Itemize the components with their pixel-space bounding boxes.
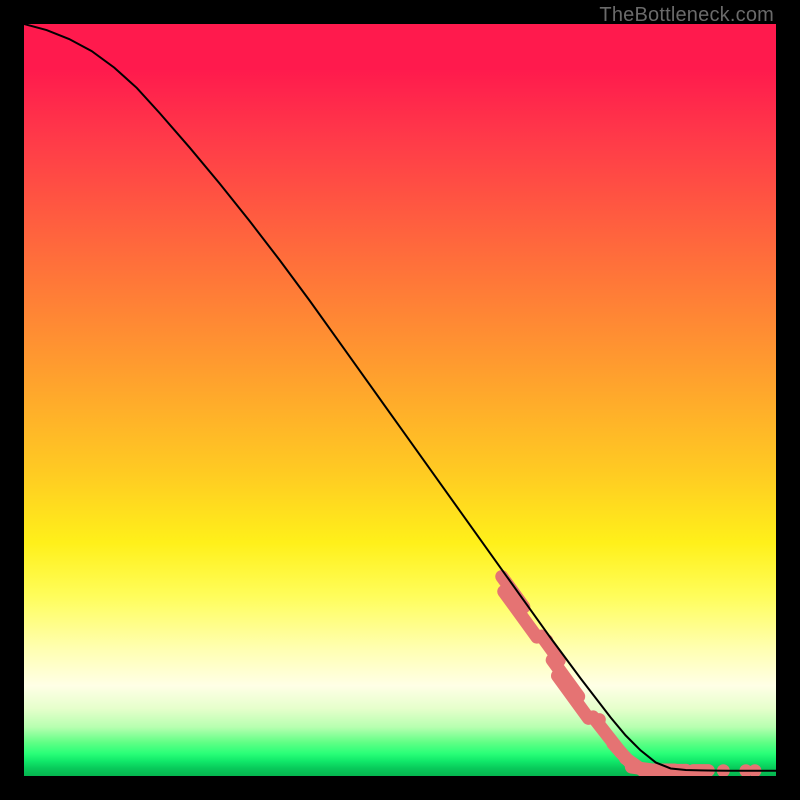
segment-markers-layer <box>502 577 762 776</box>
plot-area <box>24 24 776 776</box>
watermark-label: TheBottleneck.com <box>599 4 774 27</box>
chart-svg <box>24 24 776 776</box>
chart-stage: TheBottleneck.com <box>0 0 800 800</box>
curve-line <box>24 24 776 771</box>
